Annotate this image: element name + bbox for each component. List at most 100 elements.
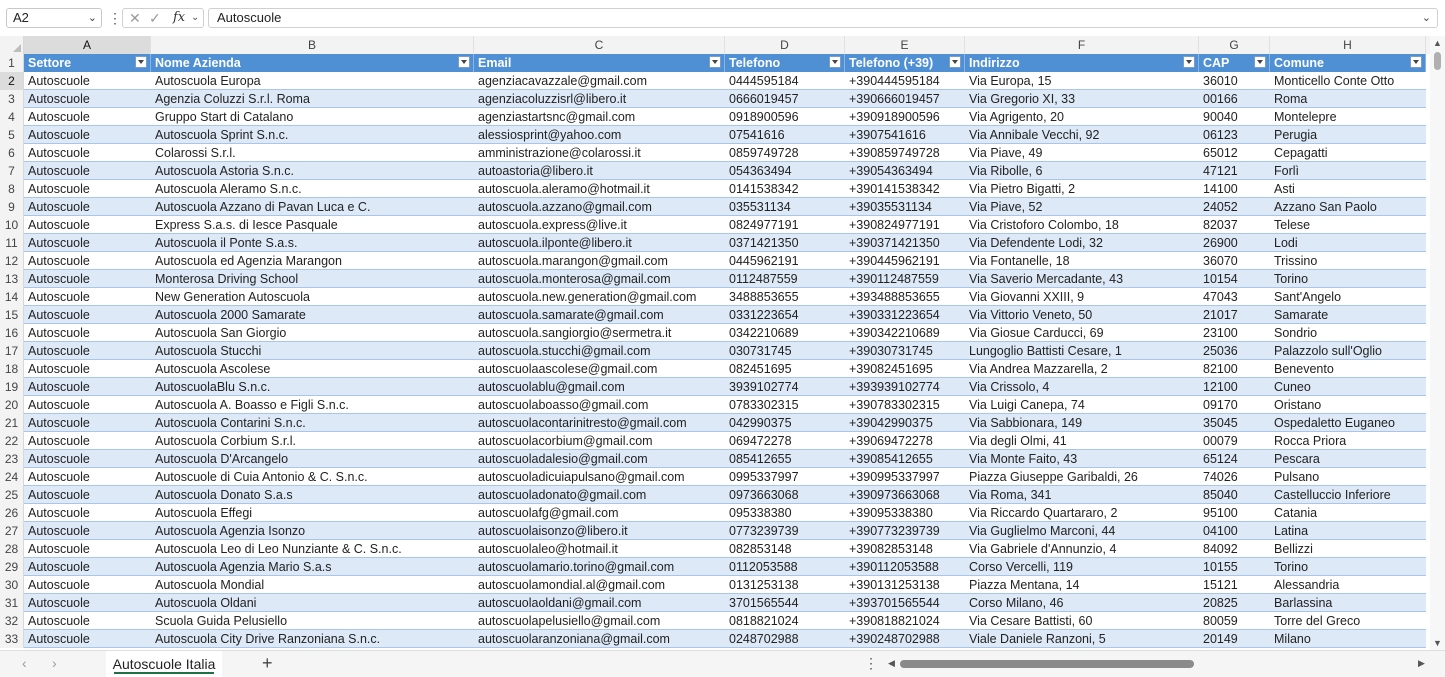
table-cell[interactable]: Autoscuola 2000 Samarate xyxy=(151,306,474,324)
table-cell[interactable]: Scuola Guida Pelusiello xyxy=(151,612,474,630)
row-header[interactable]: 5 xyxy=(0,126,24,144)
table-cell[interactable]: Autoscuola A. Boasso e Figli S.n.c. xyxy=(151,396,474,414)
table-cell[interactable]: Autoscuola Effegi xyxy=(151,504,474,522)
table-cell[interactable]: Via Luigi Canepa, 74 xyxy=(965,396,1199,414)
table-cell[interactable]: 0995337997 xyxy=(725,468,845,486)
row-header[interactable]: 20 xyxy=(0,396,24,414)
table-cell[interactable]: 10155 xyxy=(1199,558,1270,576)
column-header-b[interactable]: B xyxy=(151,36,474,54)
table-cell[interactable]: Autoscuole xyxy=(24,252,151,270)
table-cell[interactable]: +390824977191 xyxy=(845,216,965,234)
table-cell[interactable]: Via Giovanni XXIII, 9 xyxy=(965,288,1199,306)
row-header[interactable]: 8 xyxy=(0,180,24,198)
table-cell[interactable]: Via Piave, 49 xyxy=(965,144,1199,162)
table-cell[interactable]: New Generation Autoscuola xyxy=(151,288,474,306)
table-cell[interactable]: 85040 xyxy=(1199,486,1270,504)
table-cell[interactable]: Autoscuole xyxy=(24,432,151,450)
table-cell[interactable]: 24052 xyxy=(1199,198,1270,216)
table-cell[interactable]: 085412655 xyxy=(725,450,845,468)
table-cell[interactable]: +39054363494 xyxy=(845,162,965,180)
table-cell[interactable]: +390818821024 xyxy=(845,612,965,630)
table-cell[interactable]: Autoscuole xyxy=(24,72,151,90)
table-cell[interactable]: Autoscuola Mondial xyxy=(151,576,474,594)
table-cell[interactable]: Autoscuola Oldani xyxy=(151,594,474,612)
table-cell[interactable]: autoscuola.aleramo@hotmail.it xyxy=(474,180,725,198)
table-cell[interactable]: Via Gregorio XI, 33 xyxy=(965,90,1199,108)
table-cell[interactable]: autoscuolamario.torino@gmail.com xyxy=(474,558,725,576)
table-cell[interactable]: Autoscuola Stucchi xyxy=(151,342,474,360)
table-cell[interactable]: Via Crissolo, 4 xyxy=(965,378,1199,396)
table-cell[interactable]: amministrazione@colarossi.it xyxy=(474,144,725,162)
close-icon[interactable]: ✕ xyxy=(129,9,141,27)
table-cell[interactable]: autoscuolapelusiello@gmail.com xyxy=(474,612,725,630)
formula-input[interactable]: Autoscuole ⌄ xyxy=(208,8,1438,28)
table-cell[interactable]: Autoscuole xyxy=(24,162,151,180)
table-cell[interactable]: Corso Vercelli, 119 xyxy=(965,558,1199,576)
table-cell[interactable]: Roma xyxy=(1270,90,1426,108)
table-cell[interactable]: 0141538342 xyxy=(725,180,845,198)
scroll-down-icon[interactable]: ▼ xyxy=(1433,638,1442,648)
table-cell[interactable]: +390331223654 xyxy=(845,306,965,324)
table-cell[interactable]: 035531134 xyxy=(725,198,845,216)
table-cell[interactable]: +393701565544 xyxy=(845,594,965,612)
table-cell[interactable]: 3701565544 xyxy=(725,594,845,612)
table-cell[interactable]: Autoscuole di Cuia Antonio & C. S.n.c. xyxy=(151,468,474,486)
table-cell[interactable]: Pescara xyxy=(1270,450,1426,468)
filter-dropdown-icon[interactable] xyxy=(949,56,961,68)
table-cell[interactable]: Gruppo Start di Catalano xyxy=(151,108,474,126)
table-cell[interactable]: Autoscuole xyxy=(24,198,151,216)
table-cell[interactable]: 12100 xyxy=(1199,378,1270,396)
more-options-icon[interactable]: ⋮ xyxy=(108,8,122,28)
table-cell[interactable]: Castelluccio Inferiore xyxy=(1270,486,1426,504)
row-header[interactable]: 13 xyxy=(0,270,24,288)
table-cell[interactable]: Autoscuola Sprint S.n.c. xyxy=(151,126,474,144)
table-cell[interactable]: Samarate xyxy=(1270,306,1426,324)
row-header[interactable]: 32 xyxy=(0,612,24,630)
table-cell[interactable]: autoscuolablu@gmail.com xyxy=(474,378,725,396)
table-cell[interactable]: Via Roma, 341 xyxy=(965,486,1199,504)
column-header-e[interactable]: E xyxy=(845,36,965,54)
row-header[interactable]: 9 xyxy=(0,198,24,216)
table-cell[interactable]: Asti xyxy=(1270,180,1426,198)
row-header[interactable]: 10 xyxy=(0,216,24,234)
table-cell[interactable]: Autoscuole xyxy=(24,216,151,234)
table-cell[interactable]: Piazza Giuseppe Garibaldi, 26 xyxy=(965,468,1199,486)
table-cell[interactable]: Autoscuola Agenzia Isonzo xyxy=(151,522,474,540)
table-cell[interactable]: Telese xyxy=(1270,216,1426,234)
header-cell[interactable]: Settore xyxy=(24,54,151,72)
table-cell[interactable]: Autoscuola Leo di Leo Nunziante & C. S.n… xyxy=(151,540,474,558)
table-cell[interactable]: Autoscuola San Giorgio xyxy=(151,324,474,342)
table-cell[interactable]: 14100 xyxy=(1199,180,1270,198)
table-cell[interactable]: Palazzolo sull'Oglio xyxy=(1270,342,1426,360)
table-cell[interactable]: +390112487559 xyxy=(845,270,965,288)
table-cell[interactable]: Via degli Olmi, 41 xyxy=(965,432,1199,450)
table-cell[interactable]: +390783302315 xyxy=(845,396,965,414)
column-header-f[interactable]: F xyxy=(965,36,1199,54)
table-cell[interactable]: agenziacavazzale@gmail.com xyxy=(474,72,725,90)
table-cell[interactable]: 069472278 xyxy=(725,432,845,450)
table-cell[interactable]: 0859749728 xyxy=(725,144,845,162)
header-cell[interactable]: Email xyxy=(474,54,725,72)
table-cell[interactable]: Autoscuole xyxy=(24,450,151,468)
table-cell[interactable]: Autoscuole xyxy=(24,594,151,612)
table-cell[interactable]: Via Fontanelle, 18 xyxy=(965,252,1199,270)
table-cell[interactable]: Lungoglio Battisti Cesare, 1 xyxy=(965,342,1199,360)
table-cell[interactable]: 84092 xyxy=(1199,540,1270,558)
table-cell[interactable]: Autoscuole xyxy=(24,342,151,360)
table-cell[interactable]: Autoscuole xyxy=(24,180,151,198)
filter-dropdown-icon[interactable] xyxy=(1410,56,1422,68)
table-cell[interactable]: Autoscuole xyxy=(24,612,151,630)
table-cell[interactable]: Via Defendente Lodi, 32 xyxy=(965,234,1199,252)
row-header[interactable]: 6 xyxy=(0,144,24,162)
horizontal-scroll-track[interactable] xyxy=(900,660,1415,668)
table-cell[interactable]: 90040 xyxy=(1199,108,1270,126)
table-cell[interactable]: 47043 xyxy=(1199,288,1270,306)
table-cell[interactable]: 07541616 xyxy=(725,126,845,144)
table-cell[interactable]: 3939102774 xyxy=(725,378,845,396)
table-cell[interactable]: Autoscuola Ascolese xyxy=(151,360,474,378)
table-cell[interactable]: +390859749728 xyxy=(845,144,965,162)
table-cell[interactable]: Via Riccardo Quartararo, 2 xyxy=(965,504,1199,522)
table-cell[interactable]: +39035531134 xyxy=(845,198,965,216)
sheet-tab[interactable]: Autoscuole Italia xyxy=(106,651,222,677)
table-cell[interactable]: Via Cesare Battisti, 60 xyxy=(965,612,1199,630)
